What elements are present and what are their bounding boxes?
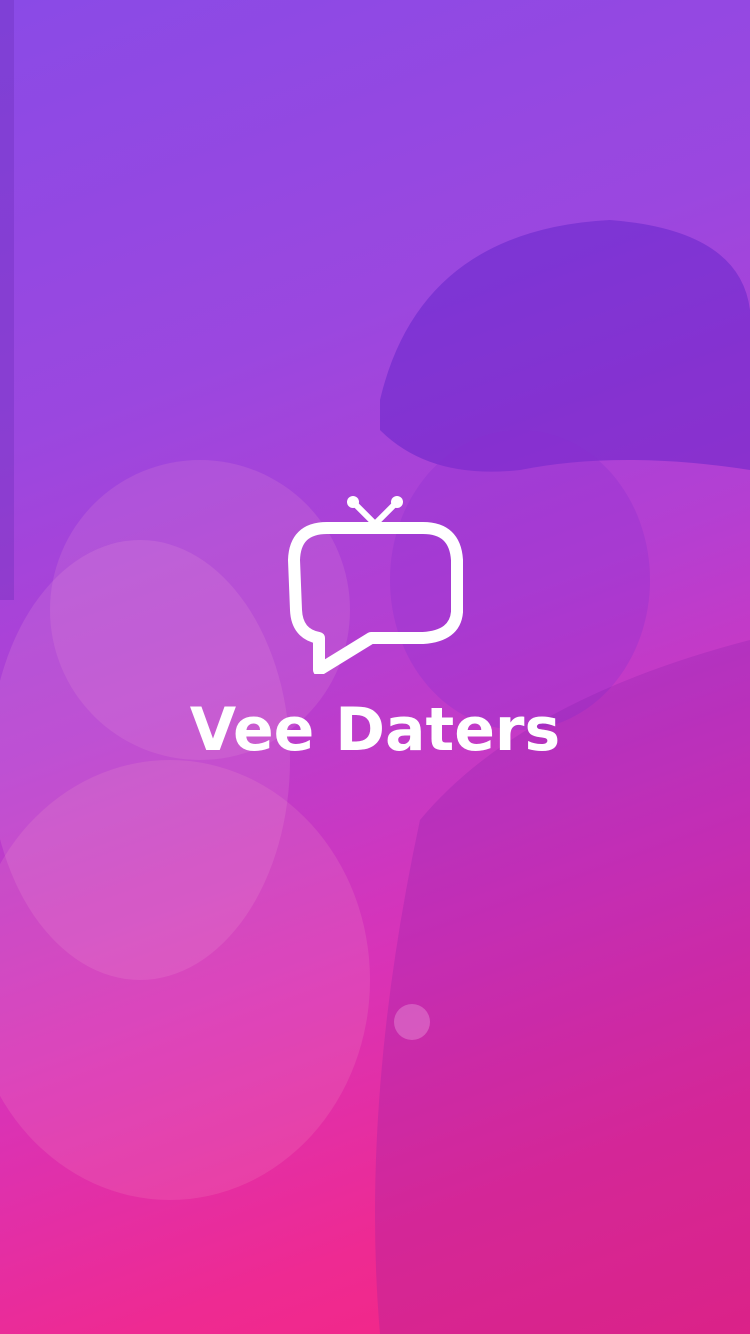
app-title: Vee Daters — [189, 695, 561, 765]
tv-chat-bubble-icon — [288, 496, 463, 674]
splash-screen: Vee Daters — [0, 0, 750, 1334]
